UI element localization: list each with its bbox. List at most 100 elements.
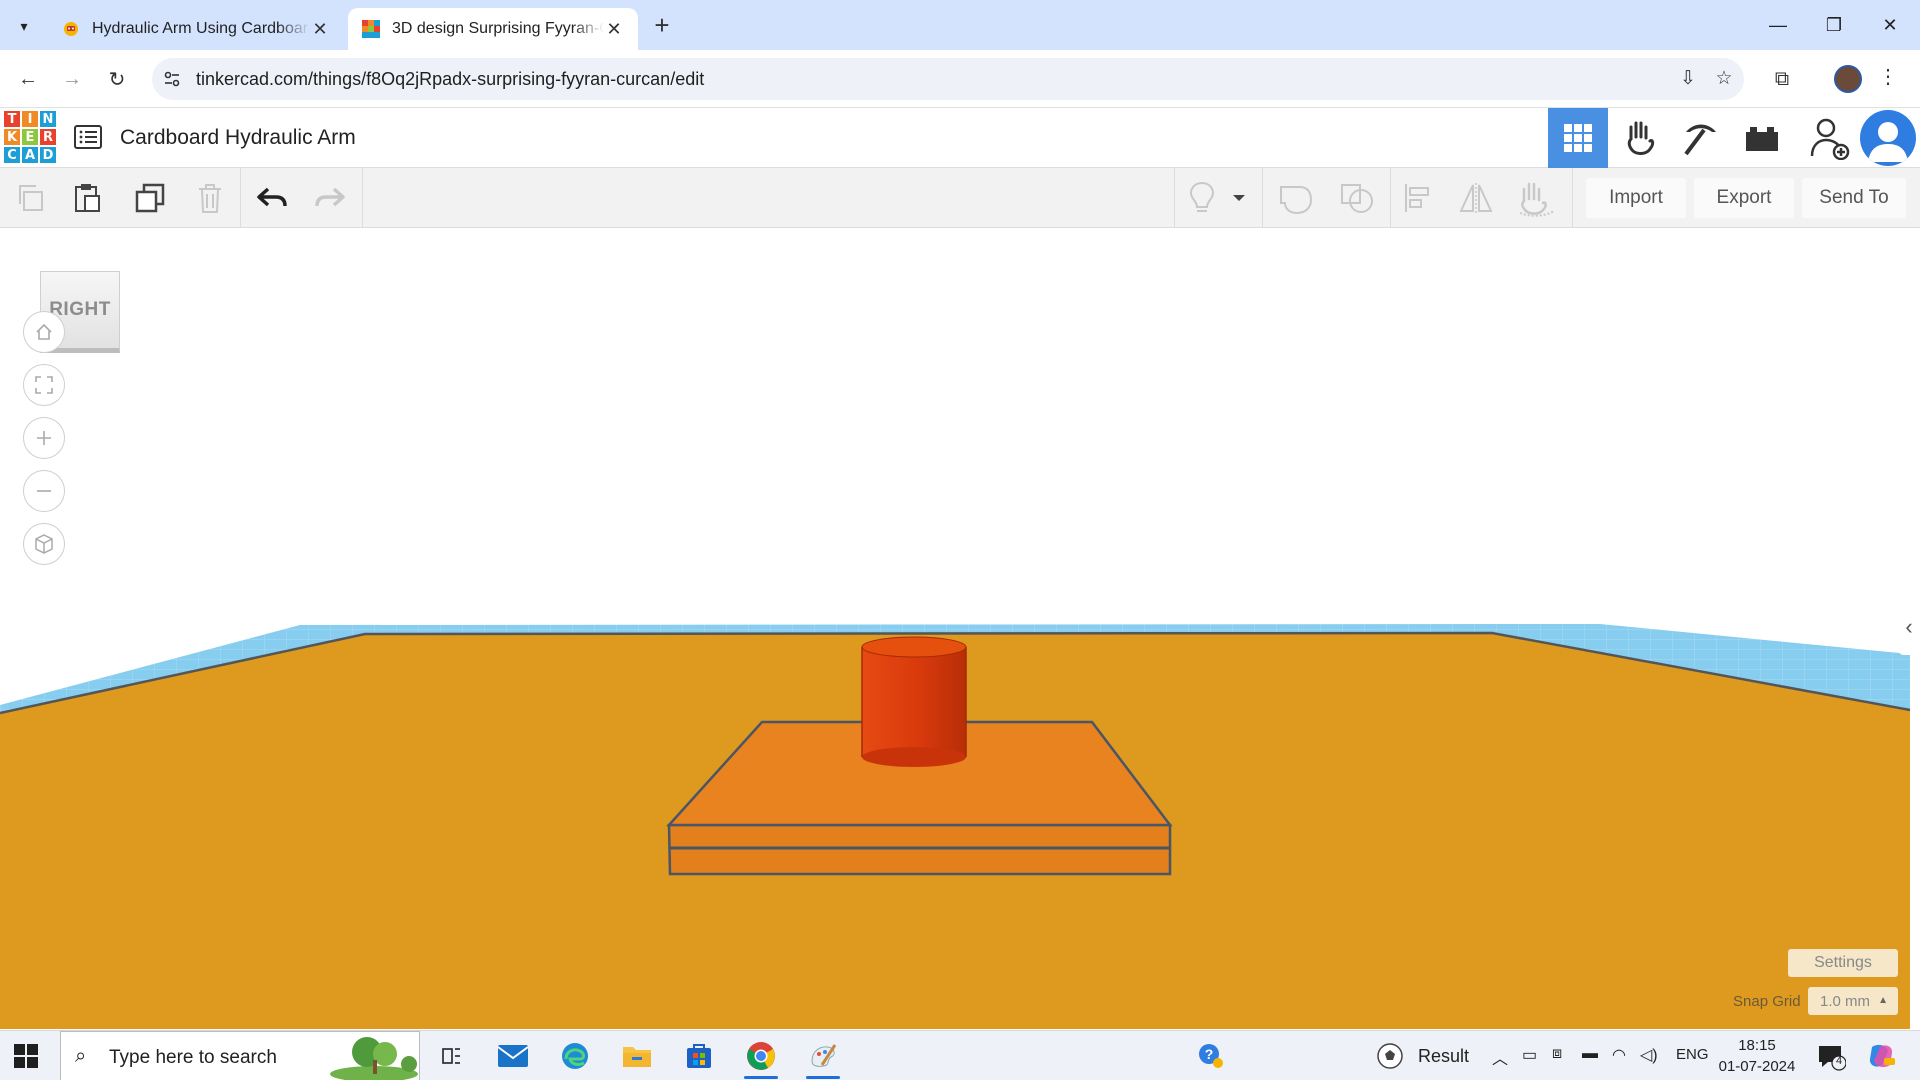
task-view-icon[interactable] [426, 1031, 476, 1080]
chrome-browser-icon[interactable] [736, 1031, 786, 1080]
paste-icon[interactable] [68, 178, 108, 218]
snap-grid-select[interactable]: 1.0 mm ▲ [1808, 987, 1898, 1015]
import-button[interactable]: Import [1586, 178, 1686, 218]
address-bar[interactable]: tinkercad.com/things/f8Oq2jRpadx-surpris… [152, 58, 1744, 100]
notes-dropdown-caret-icon[interactable] [1226, 178, 1252, 218]
wifi-icon[interactable]: ◠ [1612, 1045, 1626, 1065]
zoom-out-icon[interactable] [23, 470, 65, 512]
home-view-icon[interactable] [23, 311, 65, 353]
search-placeholder: Type here to search [109, 1047, 277, 1068]
toolbar-divider [240, 168, 241, 228]
delete-trash-icon[interactable] [190, 178, 230, 218]
workplane-scene[interactable] [0, 229, 1920, 1029]
svg-text:?: ? [1205, 1046, 1214, 1062]
copy-icon[interactable] [10, 178, 50, 218]
install-app-icon[interactable]: ⇩ [1676, 67, 1700, 91]
logo-letter-tile: A [21, 146, 39, 164]
battery-icon[interactable]: ▬ [1582, 1045, 1598, 1063]
toolbar-divider [1390, 168, 1391, 228]
taskbar-clock[interactable]: 18:15 01-07-2024 [1716, 1035, 1798, 1077]
notification-count: 4 [1836, 1055, 1843, 1067]
tab-tinkercad-design[interactable]: 3D design Surprising Fyyran-Curcan ✕ [348, 8, 638, 50]
logo-letter-tile: I [21, 110, 39, 128]
file-explorer-icon[interactable] [612, 1031, 662, 1080]
language-indicator[interactable]: ENG [1676, 1046, 1709, 1063]
user-avatar[interactable] [1860, 110, 1916, 166]
zoom-in-icon[interactable] [23, 417, 65, 459]
logo-letter-tile: C [3, 146, 21, 164]
toolbar-divider [1262, 168, 1263, 228]
mirror-icon[interactable] [1456, 178, 1496, 218]
snap-grid-label: Snap Grid [1733, 993, 1801, 1010]
tab-hydraulic-arm[interactable]: Hydraulic Arm Using Cardboard ✕ [48, 8, 344, 50]
mail-icon[interactable] [488, 1031, 538, 1080]
windows-start-icon[interactable] [12, 1042, 40, 1070]
close-window-button[interactable]: ✕ [1862, 0, 1918, 50]
tab-close-icon[interactable]: ✕ [604, 19, 624, 40]
browser-toolbar: ← → ↻ tinkercad.com/things/f8Oq2jRpadx-s… [0, 50, 1920, 108]
meet-now-icon[interactable]: ▭ [1522, 1045, 1537, 1065]
add-user-icon[interactable] [1800, 108, 1860, 168]
export-button[interactable]: Export [1694, 178, 1794, 218]
copilot-icon[interactable] [1856, 1031, 1906, 1080]
logo-letter-tile: T [3, 110, 21, 128]
fit-view-icon[interactable] [23, 364, 65, 406]
clock-date: 01-07-2024 [1718, 1058, 1796, 1075]
logo-letter-tile: N [39, 110, 57, 128]
settings-button[interactable]: Settings [1788, 949, 1898, 977]
microsoft-store-icon[interactable] [674, 1031, 724, 1080]
ungroup-icon[interactable] [1338, 178, 1378, 218]
forward-arrow-icon[interactable]: → [56, 63, 88, 95]
browser-tab-strip: ▾ Hydraulic Arm Using Cardboard ✕ 3D des… [0, 0, 1920, 50]
paint-app-icon[interactable] [798, 1031, 848, 1080]
tab-search-chevron-icon[interactable]: ▾ [8, 10, 40, 42]
edit-toolbar: Import Export Send To [0, 168, 1920, 228]
show-hidden-icons-chevron-icon[interactable]: ︿ [1492, 1045, 1508, 1069]
logo-letter-tile: D [39, 146, 57, 164]
snap-grid-value: 1.0 mm [1820, 992, 1871, 1010]
reload-icon[interactable]: ↻ [101, 63, 133, 95]
lightbulb-notes-icon[interactable] [1182, 178, 1222, 218]
help-icon[interactable]: ? [1186, 1031, 1236, 1080]
tab-close-icon[interactable]: ✕ [310, 19, 330, 40]
tab-title: 3D design Surprising Fyyran-Curcan [392, 20, 604, 37]
tinkercad-logo[interactable]: TINKERCAD [3, 110, 57, 164]
screen-capture-icon[interactable]: ⧈ [1552, 1045, 1562, 1063]
send-to-button[interactable]: Send To [1802, 178, 1906, 218]
bricks-icon[interactable] [1732, 108, 1792, 168]
align-icon[interactable] [1398, 178, 1438, 218]
browser-menu-icon[interactable]: ⋮ [1878, 64, 1898, 89]
perspective-toggle-icon[interactable] [23, 523, 65, 565]
restore-button[interactable]: ❐ [1806, 0, 1862, 50]
redo-icon[interactable] [310, 178, 350, 218]
instructables-robot-icon [64, 22, 78, 36]
undo-icon[interactable] [252, 178, 292, 218]
search-icon: ⌕ [75, 1045, 87, 1067]
3d-viewport[interactable]: RIGHT ‹ Settings Snap Grid 1.0 mm ▲ [0, 229, 1920, 1029]
duplicate-icon[interactable] [130, 178, 170, 218]
cruise-hand-icon[interactable] [1516, 178, 1556, 218]
url-text: tinkercad.com/things/f8Oq2jRpadx-surpris… [196, 69, 705, 89]
cylinder-shape[interactable] [861, 636, 967, 767]
edge-browser-icon[interactable] [550, 1031, 600, 1080]
back-arrow-icon[interactable]: ← [12, 63, 44, 95]
search-highlight-illustration [330, 1037, 418, 1080]
extensions-puzzle-icon[interactable]: ⧉ [1766, 63, 1798, 95]
tab-title: Hydraulic Arm Using Cardboard [92, 20, 310, 37]
browser-profile-avatar[interactable] [1834, 65, 1862, 93]
group-icon[interactable] [1276, 178, 1316, 218]
site-settings-icon[interactable] [162, 69, 182, 89]
notifications-icon[interactable]: 4 [1806, 1031, 1856, 1080]
weather-label: Result [1418, 1045, 1470, 1066]
minimize-button[interactable]: — [1750, 0, 1806, 50]
new-tab-button[interactable]: + [648, 12, 676, 40]
bookmark-star-icon[interactable]: ☆ [1712, 67, 1736, 91]
tinker-hand-icon[interactable] [1610, 108, 1670, 168]
grid-view-icon[interactable] [1548, 108, 1608, 168]
collapse-panel-chevron-icon[interactable]: ‹ [1898, 599, 1920, 655]
taskbar-search-box[interactable]: ⌕ Type here to search [60, 1031, 420, 1080]
design-title[interactable]: Cardboard Hydraulic Arm [120, 126, 356, 150]
design-list-icon[interactable] [72, 121, 104, 153]
volume-icon[interactable]: ◁) [1640, 1045, 1658, 1065]
pickaxe-icon[interactable] [1670, 108, 1730, 168]
